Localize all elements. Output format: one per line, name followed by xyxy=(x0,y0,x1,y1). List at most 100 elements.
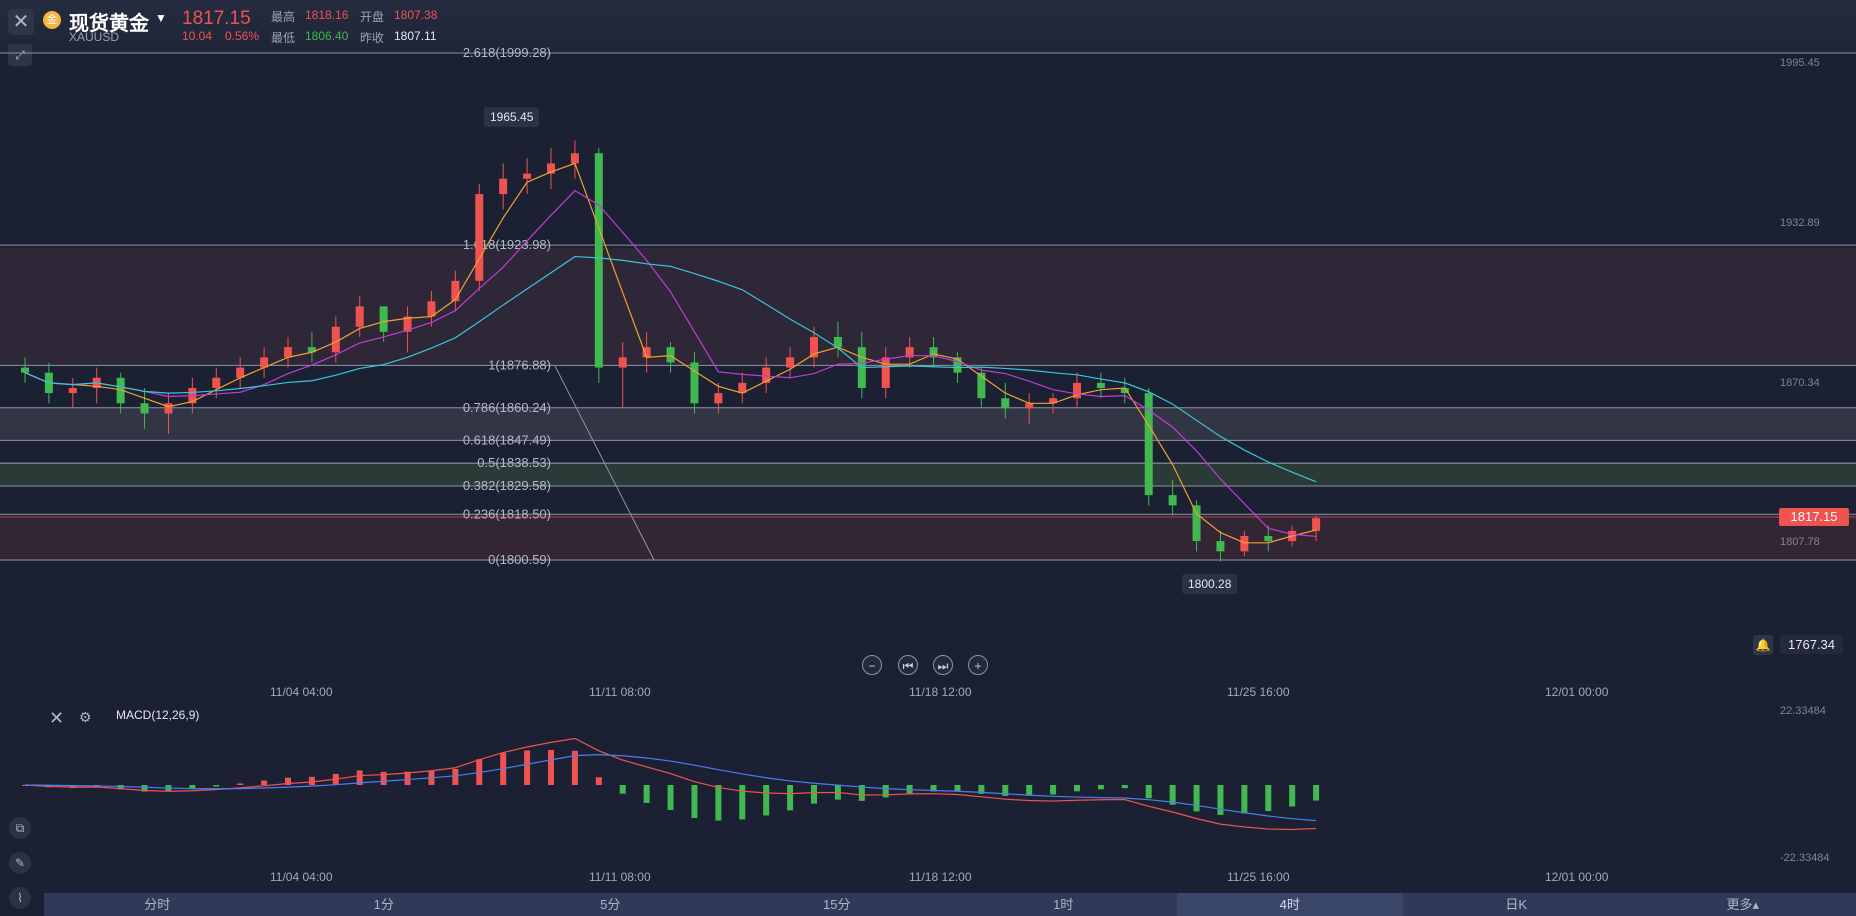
macd-bar xyxy=(213,785,220,787)
candle-body xyxy=(1001,398,1010,409)
candle-body xyxy=(212,377,221,388)
candle-body xyxy=(475,194,484,281)
macd-bar xyxy=(1193,785,1200,812)
alert-price: 1767.34 xyxy=(1780,635,1843,654)
fib-label: 2.618(1999.28) xyxy=(463,45,551,60)
candle-body xyxy=(499,178,508,195)
axis-price-2: 1932.89 xyxy=(1780,217,1820,229)
time-label: 12/01 00:00 xyxy=(1545,685,1609,699)
macd-bar xyxy=(452,768,459,785)
candle-body xyxy=(714,393,723,404)
macd-bar xyxy=(1241,785,1248,814)
macd-bar xyxy=(691,785,698,819)
macd-bar xyxy=(548,749,554,785)
time-label: 11/04 04:00 xyxy=(270,685,333,699)
draw-icon[interactable]: ✎ xyxy=(9,852,31,874)
zoom-in-button[interactable]: + xyxy=(968,655,988,675)
macd-bar xyxy=(595,777,602,785)
time-label: 11/18 12:00 xyxy=(909,870,972,884)
macd-bar xyxy=(1074,785,1080,792)
tab-1时[interactable]: 1时 xyxy=(950,893,1177,916)
tab-日K[interactable]: 日K xyxy=(1403,893,1630,916)
fib-label: 1(1876.88) xyxy=(488,357,551,372)
macd-bar xyxy=(308,776,315,785)
candle-body xyxy=(618,357,627,368)
macd-bar xyxy=(715,785,722,821)
macd-bar xyxy=(787,785,794,811)
macd-axis-top: 22.33484 xyxy=(1780,705,1826,717)
tab-分时[interactable]: 分时 xyxy=(44,893,271,916)
macd-bar xyxy=(1289,785,1296,807)
tab-更多▴[interactable]: 更多▴ xyxy=(1630,893,1856,916)
low-point-tag: 1800.28 xyxy=(1182,574,1238,594)
candle-body xyxy=(379,306,388,332)
chart-type-icon[interactable]: ⌇ xyxy=(9,887,31,909)
candle-body xyxy=(1192,505,1201,542)
axis-price-1: 1995.45 xyxy=(1780,57,1820,69)
zoom-out-button[interactable]: − xyxy=(862,655,882,675)
candle-body xyxy=(140,403,149,414)
indicator-icon[interactable]: ⧉ xyxy=(9,817,31,839)
candle-body xyxy=(331,326,340,353)
tab-15分[interactable]: 15分 xyxy=(724,893,951,916)
macd-bar xyxy=(1121,785,1128,789)
candle-body xyxy=(1096,382,1105,388)
candle-body xyxy=(1312,518,1321,531)
fib-label: 0.618(1847.49) xyxy=(463,432,551,447)
macd-bar xyxy=(667,785,674,810)
gear-icon[interactable]: ⚙ xyxy=(79,709,92,726)
macd-bar xyxy=(954,785,961,792)
close-icon[interactable]: ✕ xyxy=(49,708,64,729)
macd-bar xyxy=(1026,785,1033,796)
candle-body xyxy=(355,306,364,327)
tab-5分[interactable]: 5分 xyxy=(497,893,724,916)
macd-bar xyxy=(1313,785,1320,801)
prev-button[interactable]: ⏮ xyxy=(898,655,918,675)
timeframe-tabs: 分时 1分 5分 15分 1时 4时 日K 更多▴ xyxy=(44,893,1856,916)
fib-band-mid xyxy=(0,408,1856,440)
fib-label: 0.5(1838.53) xyxy=(477,455,551,470)
candle-body xyxy=(881,357,890,388)
macd-bar xyxy=(1217,785,1224,815)
fib-band-green xyxy=(0,462,1856,486)
macd-bar xyxy=(763,785,770,816)
macd-bar xyxy=(739,785,746,820)
time-label: 11/25 16:00 xyxy=(1227,870,1290,884)
candle-body xyxy=(21,367,29,373)
candle-body xyxy=(666,347,675,363)
candle-body xyxy=(1216,541,1225,552)
macd-bar xyxy=(643,785,650,803)
macd-bar xyxy=(380,771,387,785)
tab-4时[interactable]: 4时 xyxy=(1176,893,1403,916)
macd-axis-bottom: -22.33484 xyxy=(1780,852,1830,864)
candle-body xyxy=(164,403,173,414)
macd-label: MACD(12,26,9) xyxy=(116,708,200,722)
macd-bar xyxy=(404,771,411,785)
time-label: 11/18 12:00 xyxy=(909,685,972,699)
candle-body xyxy=(786,357,795,368)
macd-bar xyxy=(1050,785,1057,795)
high-point-tag: 1965.45 xyxy=(484,107,540,127)
fib-label: 0(1800.59) xyxy=(488,552,551,567)
axis-price-3: 1870.34 xyxy=(1780,377,1820,389)
bell-icon[interactable]: 🔔 xyxy=(1753,635,1773,655)
candle-body xyxy=(1264,535,1273,542)
macd-bar xyxy=(882,785,889,798)
macd-bar xyxy=(619,785,626,794)
macd-bar xyxy=(237,783,244,785)
candle-body xyxy=(1240,535,1249,552)
time-label: 11/11 08:00 xyxy=(589,870,651,884)
macd-bar xyxy=(1097,785,1104,790)
next-button[interactable]: ⏭ xyxy=(933,655,953,675)
macd-bar xyxy=(261,780,268,785)
candlestick-chart[interactable]: 2.618(1999.28)1.618(1923.98)1(1876.88)0.… xyxy=(0,0,1856,916)
macd-bar xyxy=(1145,785,1152,799)
fib-band-upper xyxy=(0,248,1856,366)
current-price-tag: 1817.15 xyxy=(1779,508,1849,526)
candle-body xyxy=(68,387,77,394)
time-label: 11/11 08:00 xyxy=(589,685,651,699)
time-label: 11/04 04:00 xyxy=(270,870,333,884)
tab-1分[interactable]: 1分 xyxy=(271,893,498,916)
macd-dif-line xyxy=(24,737,1317,831)
fib-label: 0.236(1818.50) xyxy=(463,506,551,521)
